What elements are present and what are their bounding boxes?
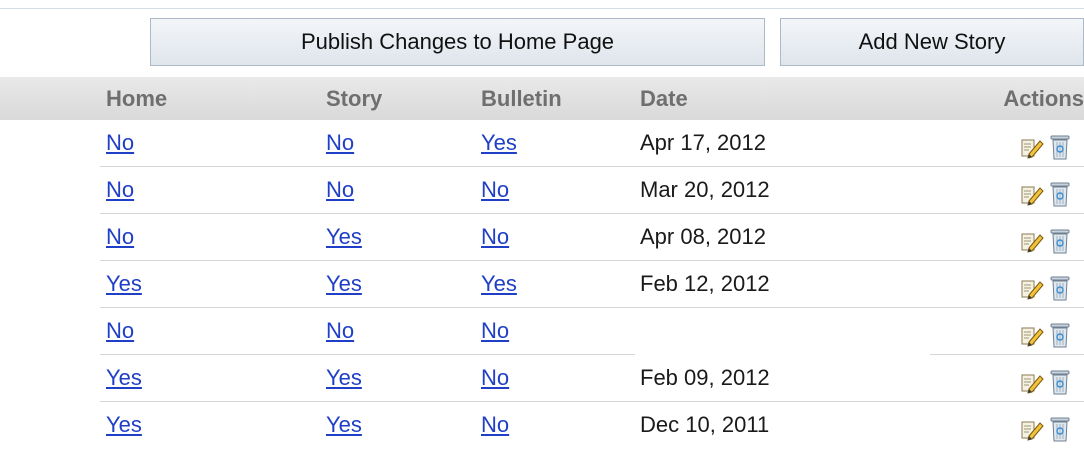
trash-icon[interactable] — [1050, 412, 1070, 442]
row-actions — [1020, 130, 1070, 160]
table-row: No No No Mar 20, 2012 — [0, 167, 1084, 214]
publish-changes-button[interactable]: Publish Changes to Home Page — [150, 18, 765, 66]
table-row: Yes Yes Yes Feb 12, 2012 — [0, 261, 1084, 308]
story-toggle-link[interactable]: No — [326, 167, 354, 213]
trash-icon[interactable] — [1050, 271, 1070, 301]
home-toggle-link[interactable]: Yes — [106, 261, 142, 307]
table-header: Home Story Bulletin Date Actions — [0, 77, 1084, 120]
bulletin-toggle-link[interactable]: No — [481, 355, 509, 401]
table-row: Yes Yes No Feb 09, 2012 — [0, 355, 1084, 402]
edit-icon[interactable] — [1020, 130, 1044, 159]
trash-icon[interactable] — [1050, 130, 1070, 160]
row-actions — [1020, 318, 1070, 348]
date-cell: Mar 20, 2012 — [640, 177, 770, 202]
column-header-bulletin: Bulletin — [481, 86, 562, 111]
home-toggle-link[interactable]: No — [106, 120, 134, 166]
row-actions — [1020, 271, 1070, 301]
table-row: No Yes No Apr 08, 2012 — [0, 214, 1084, 261]
edit-icon[interactable] — [1020, 177, 1044, 206]
bulletin-toggle-link[interactable]: Yes — [481, 120, 517, 166]
date-cell: Dec 10, 2011 — [640, 412, 770, 437]
column-header-story: Story — [326, 86, 383, 111]
home-toggle-link[interactable]: Yes — [106, 402, 142, 448]
home-toggle-link[interactable]: No — [106, 308, 134, 354]
edit-icon[interactable] — [1020, 271, 1044, 300]
bulletin-toggle-link[interactable]: No — [481, 167, 509, 213]
edit-icon[interactable] — [1020, 318, 1044, 347]
add-new-story-button[interactable]: Add New Story — [780, 18, 1084, 66]
column-header-date: Date — [640, 86, 688, 111]
row-actions — [1020, 412, 1070, 442]
row-actions — [1020, 224, 1070, 254]
trash-icon[interactable] — [1050, 224, 1070, 254]
top-divider — [0, 8, 1084, 9]
bulletin-toggle-link[interactable]: Yes — [481, 261, 517, 307]
story-toggle-link[interactable]: Yes — [326, 214, 362, 260]
edit-icon[interactable] — [1020, 412, 1044, 441]
edit-icon[interactable] — [1020, 224, 1044, 253]
story-toggle-link[interactable]: Yes — [326, 402, 362, 448]
home-toggle-link[interactable]: Yes — [106, 355, 142, 401]
table-row: No No Yes Apr 17, 2012 — [0, 120, 1084, 167]
date-cell: Feb 09, 2012 — [640, 365, 770, 390]
column-header-home: Home — [106, 86, 168, 111]
home-toggle-link[interactable]: No — [106, 167, 134, 213]
table-row: Yes Yes No Dec 10, 2011 — [0, 402, 1084, 449]
trash-icon[interactable] — [1050, 365, 1070, 395]
story-toggle-link[interactable]: No — [326, 308, 354, 354]
row-actions — [1020, 177, 1070, 207]
bulletin-toggle-link[interactable]: No — [481, 308, 509, 354]
story-toggle-link[interactable]: Yes — [326, 261, 362, 307]
bulletin-toggle-link[interactable]: No — [481, 402, 509, 448]
edit-icon[interactable] — [1020, 365, 1044, 394]
story-toggle-link[interactable]: No — [326, 120, 354, 166]
column-header-actions: Actions — [1003, 86, 1084, 111]
date-cell: Feb 12, 2012 — [640, 271, 770, 296]
story-toggle-link[interactable]: Yes — [326, 355, 362, 401]
row-actions — [1020, 365, 1070, 395]
date-cell: Apr 08, 2012 — [640, 224, 766, 249]
date-cell: Apr 17, 2012 — [640, 130, 766, 155]
trash-icon[interactable] — [1050, 318, 1070, 348]
table-row: No No No — [0, 308, 1084, 355]
trash-icon[interactable] — [1050, 177, 1070, 207]
home-toggle-link[interactable]: No — [106, 214, 134, 260]
bulletin-toggle-link[interactable]: No — [481, 214, 509, 260]
